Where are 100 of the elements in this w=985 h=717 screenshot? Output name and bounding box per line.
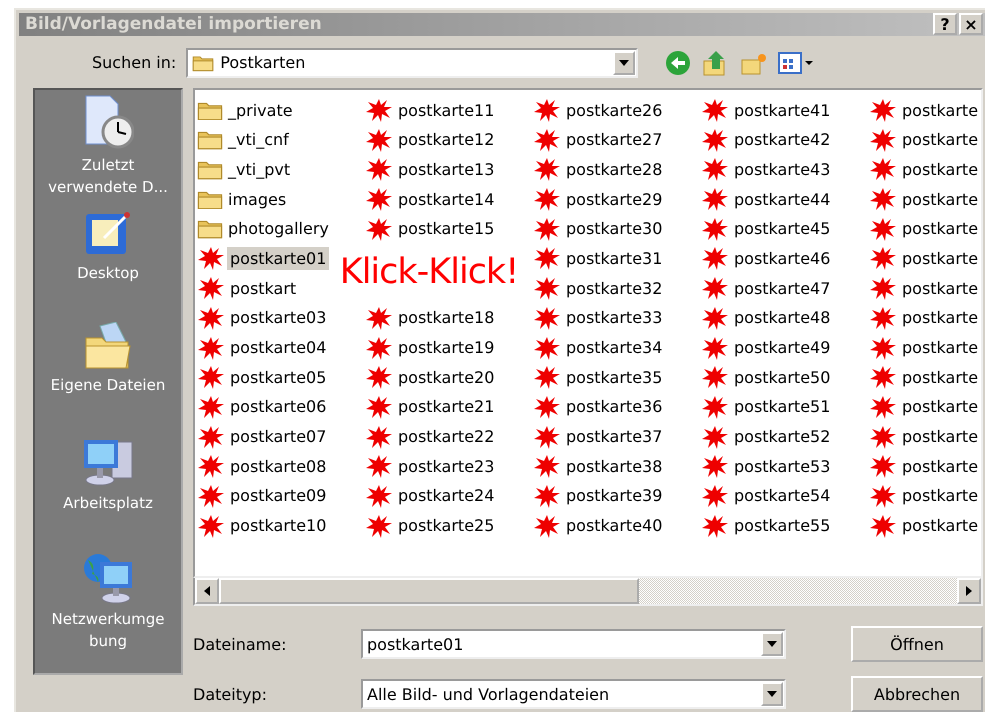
file-item[interactable]: postkarte15: [365, 214, 498, 243]
file-item[interactable]: postkarte35: [533, 363, 666, 392]
file-item[interactable]: postkarte03: [197, 304, 330, 332]
file-item[interactable]: postkarte45: [701, 214, 834, 243]
file-item[interactable]: postkarte: [869, 274, 981, 302]
file-item[interactable]: postkarte26: [533, 96, 666, 124]
file-item[interactable]: postkarte: [869, 392, 981, 421]
splat-icon: [869, 453, 897, 480]
splat-icon: [869, 275, 897, 302]
file-item[interactable]: postkarte49: [701, 334, 834, 362]
file-item[interactable]: postkarte52: [701, 422, 834, 451]
file-item[interactable]: postkarte27: [533, 126, 666, 154]
back-button[interactable]: [664, 48, 692, 77]
file-item[interactable]: postkarte40: [533, 512, 666, 540]
places-item[interactable]: Netzwerkumge bung: [35, 550, 181, 664]
file-item[interactable]: postkarte46: [701, 244, 834, 272]
file-item[interactable]: photogallery: [197, 214, 332, 243]
file-item[interactable]: postkarte36: [533, 392, 666, 421]
file-item[interactable]: postkarte21: [365, 392, 498, 421]
file-item[interactable]: postkarte09: [197, 482, 330, 510]
file-item[interactable]: postkarte07: [197, 422, 330, 451]
file-item[interactable]: postkarte23: [365, 452, 498, 480]
file-item[interactable]: postkarte39: [533, 482, 666, 510]
dropdown-button[interactable]: [761, 632, 783, 656]
file-item[interactable]: postkarte19: [365, 334, 498, 362]
splat-icon: [701, 453, 729, 480]
file-item[interactable]: _vti_pvt: [197, 155, 294, 184]
file-item[interactable]: postkarte24: [365, 482, 498, 510]
places-item[interactable]: Zuletzt verwendete D...: [35, 94, 181, 208]
file-item[interactable]: postkarte: [869, 334, 981, 362]
file-item[interactable]: postkarte20: [365, 363, 498, 392]
file-item[interactable]: postkarte13: [365, 155, 498, 184]
file-item[interactable]: postkarte: [869, 214, 981, 243]
file-item[interactable]: postkarte04: [197, 334, 330, 362]
file-item[interactable]: postkarte28: [533, 155, 666, 184]
places-item[interactable]: Desktop: [35, 208, 181, 322]
file-item[interactable]: postkarte22: [365, 422, 498, 451]
file-item[interactable]: postkarte: [869, 304, 981, 332]
file-item[interactable]: postkarte: [869, 482, 981, 510]
file-item[interactable]: postkarte: [869, 363, 981, 392]
file-item[interactable]: postkarte: [869, 512, 981, 540]
file-item[interactable]: postkarte31: [533, 244, 666, 272]
places-item[interactable]: Arbeitsplatz: [35, 436, 181, 550]
close-button[interactable]: ×: [959, 13, 983, 36]
file-item[interactable]: postkarte53: [701, 452, 834, 480]
file-item[interactable]: postkarte05: [197, 363, 330, 392]
file-item[interactable]: postkarte32: [533, 274, 666, 302]
file-item[interactable]: postkarte: [869, 244, 981, 272]
splat-icon: [701, 186, 729, 212]
file-item[interactable]: postkarte: [869, 126, 981, 154]
splat-icon: [365, 482, 393, 509]
help-button[interactable]: ?: [933, 13, 957, 36]
file-type-dropdown[interactable]: Alle Bild- und Vorlagendateien: [361, 679, 786, 709]
file-item[interactable]: postkarte48: [701, 304, 834, 332]
file-item[interactable]: postkarte41: [701, 96, 834, 124]
file-item[interactable]: postkarte51: [701, 392, 834, 421]
file-item[interactable]: postkarte29: [533, 185, 666, 214]
file-item[interactable]: postkarte08: [197, 452, 330, 480]
horizontal-scrollbar[interactable]: [193, 578, 983, 606]
look-in-dropdown[interactable]: Postkarten: [186, 48, 638, 78]
file-item[interactable]: postkarte12: [365, 126, 498, 154]
view-menu-button[interactable]: [778, 50, 814, 75]
file-item[interactable]: postkarte33: [533, 304, 666, 332]
file-item[interactable]: postkarte30: [533, 214, 666, 243]
places-item[interactable]: Eigene Dateien: [35, 322, 181, 436]
file-item[interactable]: images: [197, 185, 290, 214]
open-button[interactable]: Öffnen: [851, 626, 983, 662]
cancel-button[interactable]: Abbrechen: [851, 676, 983, 712]
file-item[interactable]: postkarte47: [701, 274, 834, 302]
file-item[interactable]: postkarte06: [197, 392, 330, 421]
file-item[interactable]: postkarte42: [701, 126, 834, 154]
file-item[interactable]: postkarte25: [365, 512, 498, 540]
file-item[interactable]: postkarte11: [365, 96, 498, 124]
file-item[interactable]: postkart: [197, 274, 300, 302]
file-item[interactable]: _private: [197, 96, 296, 124]
file-item[interactable]: postkarte18: [365, 304, 498, 332]
file-item[interactable]: postkarte: [869, 185, 981, 214]
file-type-label: Dateityp:: [193, 684, 268, 704]
file-item[interactable]: postkarte: [869, 155, 981, 184]
file-item[interactable]: postkarte37: [533, 422, 666, 451]
file-item[interactable]: postkarte54: [701, 482, 834, 510]
file-item[interactable]: postkarte34: [533, 334, 666, 362]
dropdown-button[interactable]: [761, 682, 783, 706]
splat-icon: [533, 453, 561, 480]
file-item[interactable]: postkarte: [869, 452, 981, 480]
file-item[interactable]: postkarte50: [701, 363, 834, 392]
splat-icon: [869, 126, 897, 153]
splat-icon: [701, 334, 729, 360]
file-name-field[interactable]: postkarte01: [361, 629, 786, 659]
file-item[interactable]: postkarte43: [701, 155, 834, 184]
file-item[interactable]: _vti_cnf: [197, 126, 292, 154]
file-item[interactable]: postkarte55: [701, 512, 834, 540]
file-item[interactable]: postkarte: [869, 422, 981, 451]
file-item[interactable]: postkarte10: [197, 512, 330, 540]
file-item[interactable]: postkarte14: [365, 185, 498, 214]
splat-icon: [197, 364, 225, 390]
dropdown-button[interactable]: [613, 50, 636, 75]
file-item[interactable]: postkarte38: [533, 452, 666, 480]
file-item[interactable]: postkarte44: [701, 185, 834, 214]
file-item[interactable]: postkarte: [869, 96, 981, 124]
